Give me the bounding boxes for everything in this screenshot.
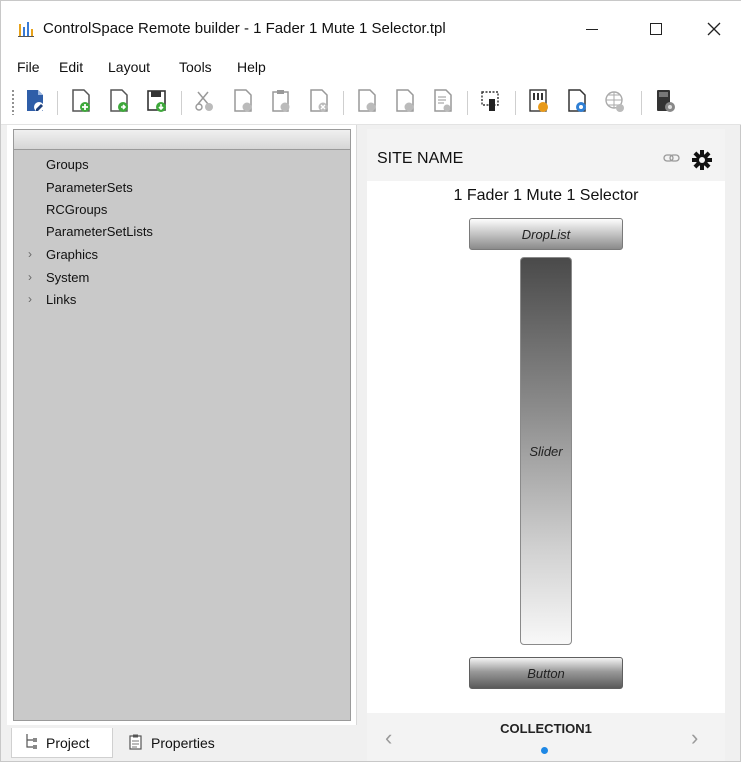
toolbar-separator	[467, 91, 468, 115]
app-window: ControlSpace Remote builder - 1 Fader 1 …	[0, 0, 741, 762]
new-file-button[interactable]	[67, 88, 95, 118]
toolbar-separator	[57, 91, 58, 115]
gear-icon[interactable]	[691, 149, 713, 176]
properties-icon	[129, 734, 143, 753]
device-icon	[654, 89, 676, 118]
toolbar-separator	[641, 91, 642, 115]
paste-button[interactable]	[267, 89, 295, 117]
menu-tools[interactable]: Tools	[179, 59, 212, 75]
tree-item-rcgroups[interactable]: RCGroups	[46, 202, 107, 217]
page-list-icon	[432, 88, 454, 118]
tree-item-groups[interactable]: Groups	[46, 157, 89, 172]
new-file-icon	[70, 88, 92, 118]
open-file-button[interactable]	[105, 88, 133, 118]
tab-properties[interactable]: Properties	[123, 728, 235, 758]
chevron-right-icon[interactable]: ›	[28, 247, 32, 261]
toolbar-separator	[181, 91, 182, 115]
page-list-button[interactable]	[429, 88, 457, 118]
panel-title: 1 Fader 1 Mute 1 Selector	[453, 187, 639, 204]
toolbar	[1, 81, 741, 125]
page-indicator-dot[interactable]	[541, 747, 548, 754]
menu-bar: File Edit Layout Tools Help	[1, 53, 741, 81]
page-down-button[interactable]	[391, 88, 419, 118]
chevron-right-icon[interactable]: ›	[28, 292, 32, 306]
web-publish-button[interactable]	[601, 89, 629, 117]
tab-project[interactable]: Project	[11, 728, 113, 758]
tree-item-parametersets[interactable]: ParameterSets	[46, 180, 133, 195]
maximize-icon	[649, 22, 663, 41]
title-bar: ControlSpace Remote builder - 1 Fader 1 …	[1, 1, 741, 53]
site-header: SITE NAME	[367, 129, 725, 181]
page-up-icon	[356, 88, 378, 118]
tab-project-label: Project	[46, 734, 90, 751]
site-name: SITE NAME	[377, 150, 464, 167]
close-icon	[707, 22, 721, 41]
close-button[interactable]	[691, 13, 737, 49]
preview-icon	[566, 88, 588, 118]
tree-item-graphics[interactable]: Graphics	[46, 247, 98, 262]
layout-canvas: 1 Fader 1 Mute 1 Selector DropList Slide…	[367, 181, 725, 713]
save-file-button[interactable]	[143, 89, 171, 117]
app-logo-icon	[17, 20, 35, 38]
tab-properties-label: Properties	[151, 735, 215, 751]
maximize-button[interactable]	[633, 13, 679, 49]
slider-control[interactable]: Slider	[520, 257, 572, 645]
collection-name: COLLECTION1	[500, 721, 592, 736]
minimize-icon	[585, 22, 599, 41]
tree-item-parametersetlists[interactable]: ParameterSetLists	[46, 224, 153, 239]
collection-footer: ‹ COLLECTION1 ›	[367, 713, 725, 761]
menu-help[interactable]: Help	[237, 59, 266, 75]
fader-panel-button[interactable]	[525, 88, 553, 118]
tree-header	[14, 130, 350, 150]
chevron-right-icon[interactable]: ›	[28, 270, 32, 284]
droplist-control[interactable]: DropList	[469, 218, 623, 250]
window-title: ControlSpace Remote builder - 1 Fader 1 …	[43, 20, 446, 37]
fader-panel-icon	[528, 88, 550, 118]
save-file-icon	[146, 89, 168, 118]
menu-file[interactable]: File	[17, 59, 40, 75]
project-tree-icon	[24, 733, 38, 752]
page-up-button[interactable]	[353, 88, 381, 118]
toolbar-separator	[515, 91, 516, 115]
edit-document-icon	[24, 89, 46, 118]
page-down-icon	[394, 88, 416, 118]
tree-item-system[interactable]: System	[46, 270, 89, 285]
copy-icon	[232, 88, 254, 118]
device-button[interactable]	[651, 89, 679, 117]
delete-icon	[308, 88, 330, 118]
toolbar-grip[interactable]	[11, 89, 15, 115]
menu-layout[interactable]: Layout	[108, 59, 150, 75]
preview-button[interactable]	[563, 88, 591, 118]
delete-button[interactable]	[305, 88, 333, 118]
project-tree: Groups ParameterSets RCGroups ParameterS…	[13, 129, 351, 721]
copy-button[interactable]	[229, 88, 257, 118]
menu-edit[interactable]: Edit	[59, 59, 83, 75]
edit-document-button[interactable]	[21, 89, 49, 117]
layout-select-icon	[480, 89, 502, 118]
web-publish-icon	[604, 89, 626, 118]
minimize-button[interactable]	[569, 13, 615, 49]
preview-pane: SITE NAME 1 Fader 1 Mute 1 Selector Drop…	[367, 129, 725, 761]
cut-icon	[194, 89, 216, 118]
button-control[interactable]: Button	[469, 657, 623, 689]
cut-button[interactable]	[191, 89, 219, 117]
tree-item-links[interactable]: Links	[46, 292, 76, 307]
link-icon[interactable]	[663, 151, 681, 169]
open-file-icon	[108, 88, 130, 118]
paste-icon	[270, 89, 292, 118]
chevron-right-icon[interactable]: ›	[691, 725, 698, 751]
toolbar-separator	[343, 91, 344, 115]
layout-select-button[interactable]	[477, 89, 505, 117]
